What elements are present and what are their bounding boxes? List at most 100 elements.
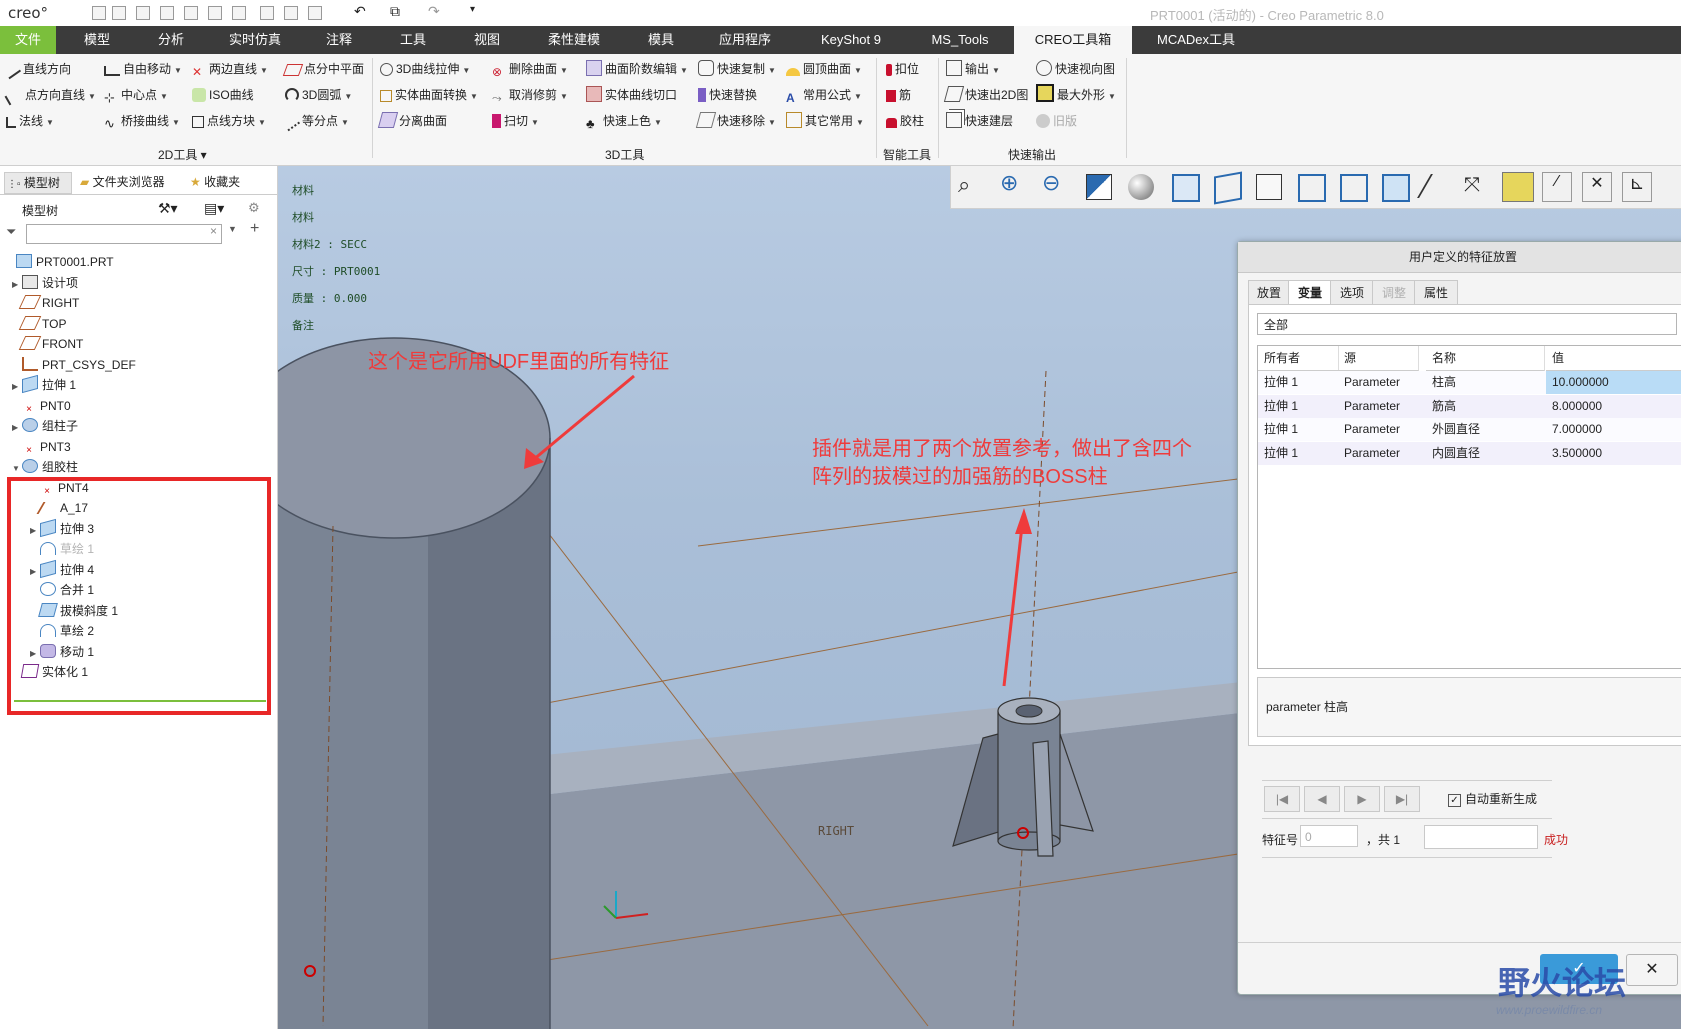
axis-display-icon[interactable]: ⤧: [1464, 174, 1480, 197]
tab-flexible-modeling[interactable]: 柔性建模: [528, 26, 620, 54]
common-formula-button[interactable]: A 常用公式 ▼: [786, 84, 862, 106]
tab-mcadex[interactable]: MCADex工具: [1140, 26, 1252, 54]
tree-item[interactable]: ▶ 设计项: [12, 273, 78, 293]
tab-applications[interactable]: 应用程序: [702, 26, 788, 54]
display-style-icon[interactable]: [1382, 174, 1410, 202]
search-dropdown-icon[interactable]: ▼: [228, 224, 237, 234]
tab-favorites[interactable]: ★ 收藏夹: [190, 172, 240, 192]
tab-annotate[interactable]: 注释: [306, 26, 372, 54]
untrim-button[interactable]: ⤳ 取消修剪 ▼: [492, 84, 568, 106]
section-icon[interactable]: [1340, 174, 1368, 202]
zoom-in-icon[interactable]: ⊕: [1000, 170, 1018, 196]
last-button[interactable]: ▶|: [1384, 786, 1420, 812]
quick-layer-button[interactable]: 快速建层: [946, 110, 1013, 132]
tab-model-tree[interactable]: ⋮▫ 模型树: [4, 172, 72, 194]
center-point-button[interactable]: ⊹ 中心点 ▼: [104, 84, 168, 106]
curve-extrude-3d-button[interactable]: 3D曲线拉伸 ▼: [380, 58, 470, 80]
perspective-icon[interactable]: [1298, 174, 1326, 202]
export-button[interactable]: 输出 ▼: [946, 58, 1000, 80]
quick-copy-button[interactable]: 快速复制 ▼: [698, 58, 776, 80]
tree-filter-settings-icon[interactable]: ⚙: [248, 200, 260, 216]
clear-search-icon[interactable]: ×: [210, 224, 217, 238]
open-file-icon[interactable]: [112, 6, 126, 20]
dome-surface-button[interactable]: 圆顶曲面 ▼: [786, 58, 862, 80]
table-cell[interactable]: 10.000000: [1546, 371, 1681, 394]
redo-icon[interactable]: ↷: [428, 3, 440, 20]
tab-model[interactable]: 模型: [64, 26, 130, 54]
tab-tools[interactable]: 工具: [380, 26, 446, 54]
column-header-name[interactable]: 名称: [1426, 346, 1545, 371]
snap-fit-button[interactable]: 扣位: [886, 58, 919, 80]
solid-surface-convert-button[interactable]: 实体曲面转换 ▼: [380, 84, 478, 106]
sweep-cut-button[interactable]: 扫切 ▼: [492, 110, 539, 132]
auto-regen-checkbox[interactable]: ✓ 自动重新生成: [1448, 790, 1537, 807]
column-header-owner[interactable]: 所有者: [1258, 346, 1339, 371]
quick-color-button[interactable]: ♣ 快速上色 ▼: [586, 110, 662, 132]
table-cell[interactable]: 3.500000: [1546, 442, 1681, 465]
backup-icon[interactable]: [232, 6, 246, 20]
next-button[interactable]: ▶: [1344, 786, 1380, 812]
expand-arrow-icon[interactable]: ▶: [12, 418, 22, 438]
expand-arrow-icon[interactable]: ▶: [12, 275, 22, 295]
tree-item[interactable]: PRT0001.PRT: [6, 252, 114, 272]
tab-keyshot[interactable]: KeyShot 9: [796, 26, 906, 54]
tab-properties[interactable]: 属性: [1414, 280, 1458, 306]
customize-qat-icon[interactable]: ▾: [470, 4, 475, 15]
table-row[interactable]: 拉伸 1 Parameter 柱高 10.000000: [1258, 371, 1681, 394]
surface-degree-edit-button[interactable]: 曲面阶数编辑 ▼: [586, 58, 688, 80]
delete-surface-button[interactable]: ⊗ 删除曲面 ▼: [492, 58, 568, 80]
session-icon[interactable]: [308, 6, 322, 20]
solid-curve-cut-button[interactable]: 实体曲线切口: [586, 84, 677, 106]
zoom-out-icon[interactable]: ⊖: [1042, 170, 1060, 196]
normal-button[interactable]: 法线 ▼: [6, 110, 54, 132]
table-cell[interactable]: 8.000000: [1546, 395, 1681, 418]
max-outline-button[interactable]: 最大外形 ▼: [1036, 84, 1116, 106]
group-2d-label[interactable]: 2D工具 ▾: [158, 146, 207, 163]
saved-orientation-icon[interactable]: [1214, 171, 1242, 205]
point-line-block-button[interactable]: 点线方块 ▼: [192, 110, 266, 132]
divide-point-button[interactable]: 等分点 ▼: [283, 110, 349, 132]
tree-item[interactable]: TOP: [12, 314, 66, 334]
tree-settings-icon[interactable]: ⚒▾: [158, 200, 178, 217]
open-folder-icon[interactable]: [136, 6, 150, 20]
expand-arrow-icon[interactable]: ▶: [12, 377, 22, 397]
tab-mold[interactable]: 模具: [628, 26, 694, 54]
view-manager-icon[interactable]: [1256, 174, 1282, 200]
tab-analysis[interactable]: 分析: [138, 26, 204, 54]
quick-remove-button[interactable]: 快速移除 ▼: [695, 110, 776, 132]
cancel-button[interactable]: ✕: [1626, 954, 1678, 986]
refit-icon[interactable]: ⌕: [958, 172, 970, 198]
column-header-source[interactable]: 源: [1338, 346, 1419, 371]
repaint-icon[interactable]: [1086, 174, 1112, 200]
tab-creo-toolbox[interactable]: CREO工具箱: [1014, 26, 1132, 54]
midplane-button[interactable]: 点分中平面: [282, 58, 364, 80]
tab-options[interactable]: 选项: [1330, 280, 1374, 306]
tree-columns-icon[interactable]: ▤▾: [204, 200, 224, 217]
tree-search-input[interactable]: [26, 224, 222, 244]
shading-icon[interactable]: [1128, 174, 1154, 200]
split-surface-button[interactable]: 分离曲面: [377, 110, 447, 132]
tree-item[interactable]: × PNT0: [12, 396, 71, 416]
tab-folder-browser[interactable]: ▰ 文件夹浏览器: [80, 172, 165, 192]
two-side-line-button[interactable]: ✕ 两边直线 ▼: [192, 58, 268, 80]
named-views-icon[interactable]: [1172, 174, 1200, 202]
tab-placement[interactable]: 放置: [1248, 280, 1290, 306]
tab-ms-tools[interactable]: MS_Tools: [914, 26, 1006, 54]
save-copy-icon[interactable]: [208, 6, 222, 20]
tab-file[interactable]: 文件: [0, 26, 56, 54]
regenerate-icon[interactable]: [184, 6, 198, 20]
tree-item[interactable]: RIGHT: [12, 293, 79, 313]
point-tag-icon[interactable]: ✕: [1582, 172, 1612, 202]
rib-button[interactable]: 筋: [886, 84, 911, 106]
column-header-value[interactable]: 值: [1546, 346, 1681, 371]
add-filter-icon[interactable]: +: [250, 220, 259, 238]
settings-icon[interactable]: [284, 6, 298, 20]
tab-view[interactable]: 视图: [454, 26, 520, 54]
previous-button[interactable]: ◀: [1304, 786, 1340, 812]
feature-number-field[interactable]: 0: [1300, 825, 1358, 847]
tab-simulation[interactable]: 实时仿真: [212, 26, 298, 54]
datum-display-icon[interactable]: [1502, 172, 1534, 202]
tab-adjust[interactable]: 调整: [1372, 280, 1416, 306]
window-icon[interactable]: ⧉: [390, 3, 400, 20]
print-icon[interactable]: [260, 6, 274, 20]
